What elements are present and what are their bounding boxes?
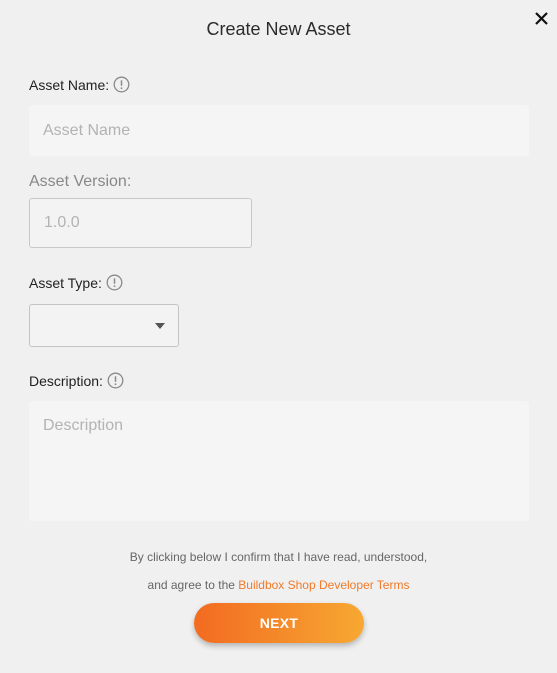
info-circle-icon[interactable] [113,76,130,93]
asset-version-label: Asset Version: [29,173,131,191]
asset-name-label-text: Asset Name: [29,76,110,93]
description-textarea[interactable] [29,401,529,521]
next-button[interactable]: NEXT [194,603,364,643]
description-label-text: Description: [29,372,103,389]
terms-line-2: and agree to the Buildbox Shop Developer… [0,578,557,592]
dialog-title: Create New Asset [206,19,351,39]
create-asset-dialog: Create New Asset Asset Name: Asset Versi… [0,0,557,673]
developer-terms-link[interactable]: Buildbox Shop Developer Terms [238,578,409,592]
asset-name-input[interactable] [29,105,529,156]
info-circle-icon[interactable] [107,372,124,389]
asset-type-label-text: Asset Type: [29,274,102,291]
asset-name-label: Asset Name: [29,76,130,93]
chevron-down-icon [155,323,165,329]
terms-line-1: By clicking below I confirm that I have … [129,550,428,564]
asset-type-label: Asset Type: [29,274,123,291]
asset-version-input[interactable] [29,198,252,248]
info-circle-icon[interactable] [106,274,123,291]
terms-prefix: and agree to the [147,578,239,592]
description-label: Description: [29,372,124,389]
asset-type-select[interactable] [29,304,179,347]
asset-version-label-text: Asset Version: [29,173,132,190]
